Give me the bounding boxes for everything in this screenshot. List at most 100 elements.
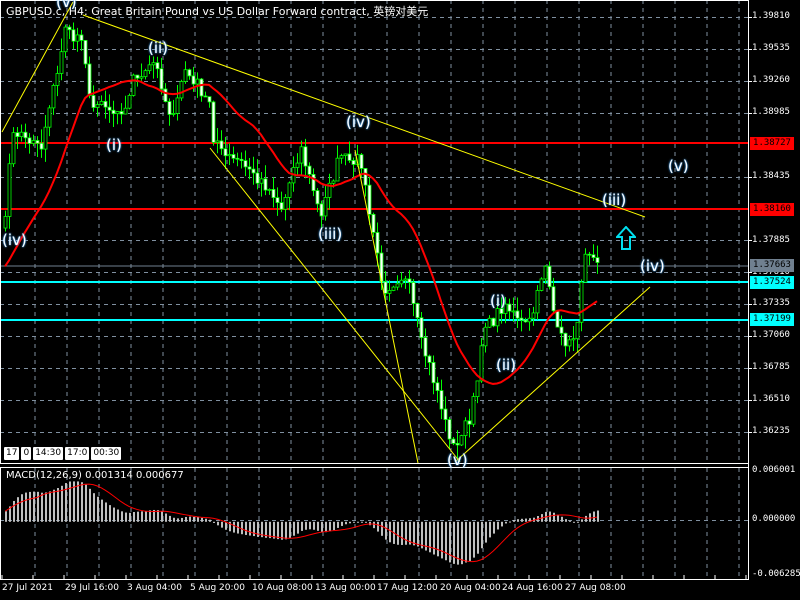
wave-label[interactable]: (v) (668, 157, 689, 175)
macd-histogram-bar (161, 511, 163, 522)
candle-body (243, 160, 248, 168)
macd-histogram-bar (41, 492, 43, 522)
wave-label[interactable]: (iii) (602, 191, 626, 209)
macd-histogram-bar (445, 521, 447, 561)
candle-body (231, 154, 236, 159)
macd-histogram-bar (273, 521, 275, 539)
candle-body (431, 362, 436, 384)
candle-body (251, 168, 256, 174)
candle-body (163, 88, 168, 102)
macd-histogram-bar (441, 521, 443, 559)
macd-histogram-bar (437, 521, 439, 557)
wave-label[interactable]: (iii) (318, 225, 342, 243)
macd-histogram-bar (329, 521, 331, 532)
macd-histogram-bar (77, 481, 79, 522)
chart-canvas[interactable] (0, 0, 800, 600)
wave-label[interactable]: (ii) (496, 356, 516, 374)
candle-body (207, 96, 212, 103)
candle-body (219, 140, 224, 150)
separator-label: 00:30 (91, 447, 122, 460)
candle-body (439, 390, 444, 410)
macd-histogram-bar (193, 516, 195, 522)
candle-body (511, 310, 516, 313)
macd-histogram-bar (281, 521, 283, 540)
candle-body (583, 253, 588, 283)
candle-body (411, 281, 416, 304)
candle-body (423, 337, 428, 357)
wave-label[interactable]: (v) (447, 451, 468, 469)
macd-histogram-bar (173, 517, 175, 522)
candle-body (123, 107, 128, 115)
candle-body (175, 97, 180, 114)
candle-body (83, 40, 88, 65)
macd-histogram-bar (557, 514, 559, 522)
candle-body (111, 109, 116, 115)
macd-histogram-bar (213, 521, 215, 523)
candle-body (403, 278, 408, 281)
support-price-tag: 1.37524 (750, 276, 794, 289)
candle-body (39, 142, 44, 150)
candle-body (451, 438, 456, 444)
wave-label[interactable]: (iv) (640, 257, 665, 275)
candle-body (179, 81, 184, 99)
candle-body (443, 408, 448, 420)
candle-body (427, 355, 432, 363)
candle-body (287, 182, 292, 198)
candle-body (19, 131, 24, 138)
y-tick: 1.37060 (752, 330, 790, 340)
macd-histogram-bar (349, 521, 351, 524)
macd-histogram-bar (405, 521, 407, 545)
wave-label[interactable]: (ii) (148, 39, 168, 57)
macd-histogram-bar (93, 493, 95, 522)
macd-histogram-bar (517, 519, 519, 522)
macd-histogram-bar (353, 521, 355, 523)
macd-histogram-bar (25, 492, 27, 522)
candle-body (263, 178, 268, 191)
candle-body (267, 189, 272, 191)
candle-body (227, 154, 232, 157)
wave-label[interactable]: (iv) (346, 113, 371, 131)
macd-histogram-bar (385, 521, 387, 540)
candle-body (567, 339, 572, 347)
macd-histogram-bar (357, 521, 359, 523)
macd-histogram-bar (157, 510, 159, 522)
macd-histogram-bar (293, 521, 295, 536)
macd-histogram-bar (345, 521, 347, 525)
candle-body (519, 317, 524, 321)
candle-body (575, 321, 580, 340)
period-separator-bar: 17 0 14:30 17:0 00:30 (4, 447, 122, 460)
separator-label: 0 (21, 447, 32, 460)
wave-label[interactable]: (i) (490, 292, 506, 310)
macd-histogram-bar (473, 521, 475, 558)
candle-body (383, 281, 388, 294)
macd-histogram-bar (21, 494, 23, 522)
candle-body (303, 146, 308, 167)
candle-body (551, 286, 556, 312)
wave-label[interactable]: (iv) (2, 231, 27, 249)
macd-histogram-bar (489, 521, 491, 538)
candle-body (299, 146, 304, 164)
candle-body (79, 34, 84, 41)
candle-body (223, 148, 228, 157)
candle-body (279, 202, 284, 210)
macd-histogram-bar (433, 521, 435, 555)
candle-body (527, 317, 532, 323)
macd-histogram-bar (469, 521, 471, 561)
macd-histogram-bar (141, 511, 143, 522)
candle-body (579, 281, 584, 323)
macd-histogram-bar (505, 521, 507, 524)
y-tick: 1.39260 (752, 75, 790, 85)
separator-label: 17 (4, 447, 20, 460)
macd-histogram-bar (105, 502, 107, 522)
candle-body (135, 74, 140, 79)
wave-label[interactable]: (i) (106, 136, 122, 154)
y-tick: 1.37885 (752, 235, 790, 245)
wave-label[interactable]: (v) (56, 0, 77, 11)
candle-body (43, 126, 48, 150)
macd-histogram-bar (285, 521, 287, 540)
candle-body (595, 257, 600, 263)
macd-histogram-bar (245, 521, 247, 535)
up-arrow-icon[interactable] (616, 226, 636, 250)
candle-body (363, 168, 368, 186)
candle-body (491, 317, 496, 327)
